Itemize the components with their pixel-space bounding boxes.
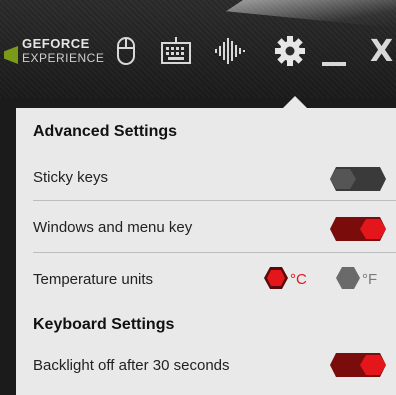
sticky-keys-toggle[interactable] [330, 167, 386, 191]
divider [33, 200, 396, 201]
backlight-toggle[interactable] [330, 353, 386, 377]
logo-line-1: GEFORCE [22, 36, 90, 51]
celsius-label[interactable]: °C [290, 271, 307, 288]
advanced-settings-heading: Advanced Settings [33, 123, 178, 140]
sticky-keys-label: Sticky keys [33, 169, 109, 186]
keyboard-icon[interactable] [160, 36, 192, 66]
title-bar-highlight [226, 0, 396, 28]
geforce-experience-logo: GEFORCE EXPERIENCE [4, 34, 104, 74]
keyboard-settings-heading: Keyboard Settings [33, 316, 175, 333]
title-bar: GEFORCE EXPERIENCE X [0, 0, 396, 98]
audio-waveform-icon[interactable] [214, 36, 246, 66]
mouse-icon[interactable] [116, 36, 136, 66]
divider [33, 252, 396, 253]
windows-menu-key-label: Windows and menu key [33, 219, 193, 236]
temperature-units-label: Temperature units [33, 271, 154, 288]
settings-panel: Advanced Settings Sticky keys Windows an… [16, 96, 396, 395]
fahrenheit-radio[interactable] [336, 267, 360, 289]
backlight-label: Backlight off after 30 seconds [33, 357, 230, 374]
celsius-radio[interactable] [264, 267, 288, 289]
gear-icon[interactable] [275, 36, 305, 66]
close-icon[interactable]: X [370, 34, 393, 69]
minimize-icon[interactable] [322, 62, 346, 66]
logo-line-2: EXPERIENCE [22, 51, 105, 65]
nvidia-eye-icon [4, 46, 18, 64]
fahrenheit-label[interactable]: °F [362, 271, 377, 288]
windows-menu-key-toggle[interactable] [330, 217, 386, 241]
